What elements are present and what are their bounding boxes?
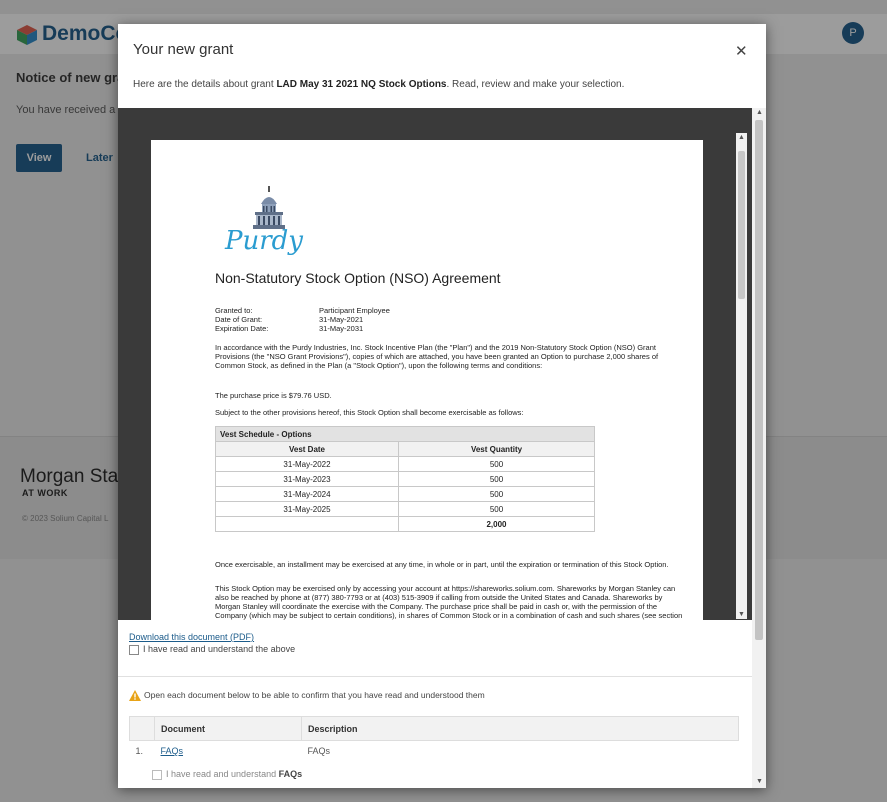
shareworks-paragraph: This Stock Option may be exercised only … bbox=[215, 584, 683, 620]
faq-ack-label: I have read and understand bbox=[166, 769, 279, 779]
warning-text: Open each document below to be able to c… bbox=[144, 690, 485, 700]
faq-ack-row: I have read and understand FAQs bbox=[152, 769, 302, 780]
document-scrollbar[interactable]: ▲ ▼ bbox=[736, 133, 747, 619]
vest-date: 31-May-2023 bbox=[215, 471, 399, 487]
table-header: Vest Quantity bbox=[398, 441, 595, 457]
pdf-page: Purdy Non-Statutory Stock Option (NSO) A… bbox=[151, 140, 703, 620]
ack-checkbox[interactable] bbox=[129, 644, 139, 655]
capitol-building-icon bbox=[253, 186, 285, 229]
download-pdf-link[interactable]: Download this document (PDF) bbox=[129, 632, 254, 642]
warning-row: Open each document below to be able to c… bbox=[129, 690, 485, 702]
row-index: 1. bbox=[135, 746, 144, 756]
scroll-up-icon[interactable]: ▲ bbox=[756, 109, 763, 116]
vest-quantity: 500 bbox=[398, 456, 595, 472]
close-icon[interactable]: ✕ bbox=[735, 42, 748, 60]
field-value: Participant Employee bbox=[319, 306, 390, 315]
field-label: Granted to: bbox=[215, 306, 253, 315]
confirmation-section: Download this document (PDF) I have read… bbox=[118, 620, 752, 788]
modal-scrollbar[interactable]: ▲ ▼ bbox=[752, 108, 766, 788]
document-viewer[interactable]: Purdy Non-Statutory Stock Option (NSO) A… bbox=[118, 108, 752, 620]
vest-total: 2,000 bbox=[398, 516, 595, 532]
modal-subtitle: Here are the details about grant LAD May… bbox=[133, 79, 624, 90]
purchase-price: The purchase price is $79.76 USD. bbox=[215, 391, 332, 400]
warning-icon bbox=[129, 690, 141, 702]
total-label-cell bbox=[215, 516, 399, 532]
modal-title: Your new grant bbox=[133, 41, 234, 58]
document-description: FAQs bbox=[307, 746, 331, 756]
ack-row: I have read and understand the above bbox=[129, 644, 295, 655]
document-scroll-thumb[interactable] bbox=[738, 151, 745, 299]
agreement-paragraph: In accordance with the Purdy Industries,… bbox=[215, 343, 659, 370]
vest-date: 31-May-2025 bbox=[215, 501, 399, 517]
purdy-logo-text: Purdy bbox=[225, 226, 303, 256]
vest-quantity: 500 bbox=[398, 501, 595, 517]
ack-label: I have read and understand the above bbox=[143, 644, 296, 654]
document-title: Non-Statutory Stock Option (NSO) Agreeme… bbox=[215, 270, 501, 286]
faq-ack-bold: FAQs bbox=[278, 769, 303, 779]
scroll-up-icon[interactable]: ▲ bbox=[738, 134, 745, 141]
table-header-index bbox=[129, 716, 155, 741]
vest-date: 31-May-2024 bbox=[215, 486, 399, 502]
vest-schedule-table: Vest Schedule - Options Vest Date Vest Q… bbox=[215, 426, 595, 532]
table-header: Vest Date bbox=[215, 441, 399, 457]
scroll-down-icon[interactable]: ▼ bbox=[756, 778, 763, 785]
grant-modal: Your new grant ✕ Here are the details ab… bbox=[118, 24, 766, 788]
subtitle-prefix: Here are the details about grant bbox=[133, 79, 277, 90]
exercise-paragraph: Once exercisable, an installment may be … bbox=[215, 560, 669, 569]
vest-date: 31-May-2022 bbox=[215, 456, 399, 472]
subtitle-suffix: . Read, review and make your selection. bbox=[446, 79, 625, 90]
scroll-down-icon[interactable]: ▼ bbox=[738, 611, 745, 618]
vest-quantity: 500 bbox=[398, 486, 595, 502]
table-header: Description bbox=[301, 716, 739, 741]
faq-ack-checkbox[interactable] bbox=[152, 769, 162, 780]
vesting-intro: Subject to the other provisions hereof, … bbox=[215, 408, 524, 417]
field-value: 31-May-2021 bbox=[319, 315, 364, 324]
documents-table: Document Description 1. FAQs FAQs bbox=[129, 716, 739, 761]
field-label: Expiration Date: bbox=[215, 324, 269, 333]
modal-scroll-thumb[interactable] bbox=[755, 120, 763, 640]
vest-quantity: 500 bbox=[398, 471, 595, 487]
divider bbox=[118, 676, 752, 677]
grant-name: LAD May 31 2021 NQ Stock Options bbox=[276, 79, 447, 90]
table-row: 1. FAQs FAQs bbox=[130, 741, 739, 762]
field-label: Date of Grant: bbox=[215, 315, 263, 324]
table-header: Document bbox=[154, 716, 302, 741]
vest-table-title: Vest Schedule - Options bbox=[215, 426, 595, 442]
field-value: 31-May-2031 bbox=[319, 324, 364, 333]
faq-document-link[interactable]: FAQs bbox=[161, 746, 184, 756]
